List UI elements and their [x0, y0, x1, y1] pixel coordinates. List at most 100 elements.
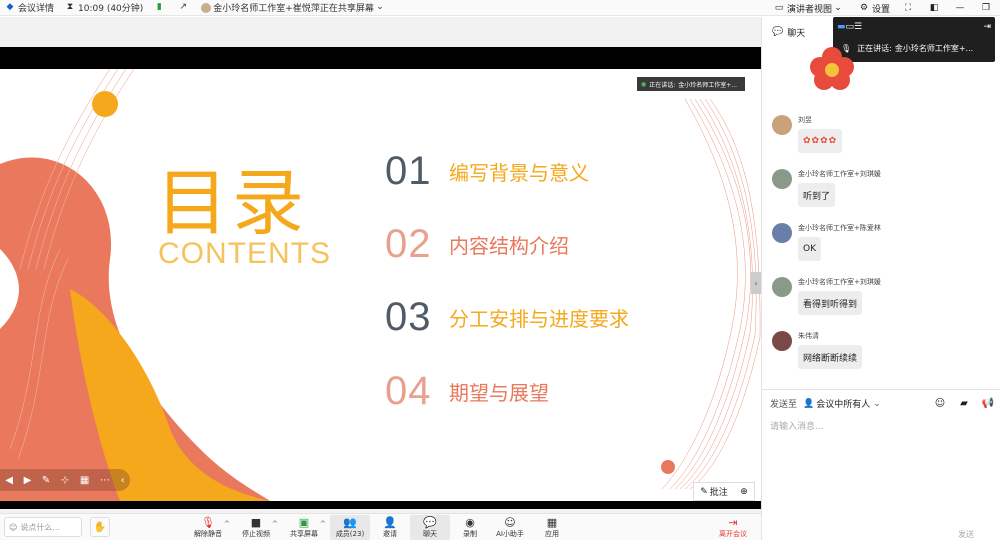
- annotate-label: 批注: [709, 488, 728, 498]
- signal-status[interactable]: ▮: [153, 2, 167, 14]
- minimize-icon: —: [955, 2, 965, 13]
- sender-name: 朱伟清: [798, 332, 819, 340]
- robot-icon: ☺: [504, 515, 516, 529]
- fullscreen-button[interactable]: ⛶: [902, 2, 916, 14]
- prev-slide-icon[interactable]: ◀: [5, 475, 13, 486]
- item-text: 编写背景与意义: [449, 161, 589, 185]
- chevron-up-icon[interactable]: ^: [320, 520, 326, 528]
- restore-icon: ❐: [981, 2, 991, 13]
- collapse-icon[interactable]: ‹: [121, 475, 125, 486]
- window-icon[interactable]: ▭: [846, 22, 855, 32]
- item-number: 01: [385, 149, 432, 193]
- contents-item-3: 03 分工安排与进度要求: [385, 295, 629, 340]
- apps-icon: ▦: [546, 515, 558, 529]
- sender-name: 金小玲名师工作室+刘琪媛: [798, 278, 881, 286]
- raise-hand-button[interactable]: ✋: [90, 517, 110, 537]
- mic-muted-icon: 🎙: [201, 515, 215, 529]
- chevron-down-icon: ⌄: [834, 2, 842, 13]
- unmute-button[interactable]: 🎙 解除静音: [188, 515, 228, 540]
- shared-screen-stage: 目录 CONTENTS 01 编写背景与意义 02 内容结构介绍 03 分工安排…: [0, 17, 761, 513]
- share-screen-label: 共享屏幕: [290, 529, 318, 538]
- megaphone-icon[interactable]: 📢: [980, 396, 996, 410]
- apps-button[interactable]: ▦ 应用: [532, 515, 572, 540]
- add-user-icon: 👤: [383, 515, 397, 529]
- presenter-view-button[interactable]: ▭ 演讲者视图 ⌄: [773, 2, 846, 15]
- send-button[interactable]: 发送: [958, 529, 974, 540]
- leave-meeting-button[interactable]: ⇥ 离开会议: [712, 515, 754, 540]
- annotation-bar: ✎ 批注 ⊕: [693, 482, 755, 501]
- minimize-button[interactable]: —: [954, 2, 968, 14]
- unmute-label: 解除静音: [194, 529, 222, 538]
- record-icon: ◉: [465, 515, 475, 529]
- grid-icon[interactable]: ▦: [80, 475, 89, 486]
- slide-controls: ◀ ▶ ✎ ⊹ ▦ ⋯ ‹: [0, 469, 130, 491]
- chevron-up-icon[interactable]: ^: [224, 520, 230, 528]
- restore-button[interactable]: ❐: [980, 2, 994, 14]
- screen-share-icon: ▣: [298, 515, 310, 529]
- leave-label: 离开会议: [719, 530, 747, 538]
- pointer-icon[interactable]: ⊹: [61, 475, 69, 486]
- popup-controls: ▬ ▭ ☰ ⇥: [837, 20, 991, 34]
- hand-icon: ✋: [93, 521, 107, 533]
- chat-message-input[interactable]: 请输入消息...: [770, 419, 824, 432]
- emoji-icon[interactable]: ☺: [932, 396, 948, 410]
- annotate-button[interactable]: ✎ 批注: [700, 485, 728, 499]
- letterbox-bottom: [0, 501, 761, 509]
- chat-label: 聊天: [423, 529, 437, 538]
- logo-icon: ◆: [6, 2, 14, 12]
- record-button[interactable]: ◉ 录制: [450, 515, 490, 540]
- panel-collapse-handle[interactable]: ‹: [751, 272, 761, 294]
- sender-name: 金小玲名师工作室+陈爱林: [798, 224, 881, 232]
- ai-assistant-label: AI小助手: [496, 529, 524, 538]
- slide-decoration: [0, 69, 761, 501]
- layout-button[interactable]: ◧: [928, 2, 942, 14]
- sender-name: 金小玲名师工作室+刘琪媛: [798, 170, 881, 178]
- message-text: 看得到听得到: [798, 291, 863, 315]
- list-icon[interactable]: ☰: [854, 22, 862, 32]
- zoom-in-icon[interactable]: ⊕: [740, 487, 748, 497]
- popup-speaking: 🎙 正在讲话: 金小玲名师工作室+...: [841, 43, 973, 54]
- members-button[interactable]: 👥 成员(23): [330, 515, 370, 540]
- chat-icon: 💬: [423, 515, 437, 529]
- minimize-icon[interactable]: ▬: [837, 22, 846, 32]
- popup-name: 金小玲名师工作室+...: [894, 44, 974, 53]
- chevron-down-icon: ⌄: [873, 398, 881, 409]
- chat-title: 聊天: [787, 28, 806, 39]
- expand-icon[interactable]: ⇥: [983, 22, 991, 32]
- ai-assistant-button[interactable]: ☺ AI小助手: [490, 515, 530, 540]
- stop-video-button[interactable]: ■ 停止视频: [236, 515, 276, 540]
- item-text: 期望与展望: [449, 381, 549, 405]
- more-icon[interactable]: ⋯: [100, 475, 110, 486]
- item-number: 04: [385, 369, 432, 413]
- members-icon: 👥: [343, 515, 357, 529]
- person-icon: 👤: [803, 398, 815, 409]
- settings-button[interactable]: ⚙ 设置: [858, 2, 890, 15]
- share-link-button[interactable]: ↗: [177, 2, 191, 14]
- sharing-status[interactable]: 金小玲名师工作室+崔悦萍正在共享屏幕 ⌄: [201, 1, 388, 14]
- next-slide-icon[interactable]: ▶: [24, 475, 32, 486]
- contents-item-4: 04 期望与展望: [385, 369, 549, 414]
- avatar: [201, 2, 212, 13]
- members-label: 成员(23): [335, 529, 365, 538]
- message-text: 听到了: [798, 183, 836, 207]
- share-screen-button[interactable]: ▣ 共享屏幕: [284, 515, 324, 540]
- avatar: [772, 277, 792, 297]
- meeting-info-label: 会议详情: [18, 4, 55, 14]
- say-something-input[interactable]: ☺ 说点什么...: [4, 517, 82, 537]
- slide-subtitle: CONTENTS: [158, 237, 331, 270]
- invite-button[interactable]: 👤 邀请: [370, 515, 410, 540]
- chat-button[interactable]: 💬 聊天: [410, 515, 450, 540]
- record-label: 录制: [463, 529, 477, 538]
- folder-icon[interactable]: ▰: [956, 396, 972, 410]
- meeting-info-button[interactable]: ◆ 会议详情: [4, 1, 55, 15]
- exit-icon: ⇥: [728, 516, 738, 529]
- invite-label: 邀请: [383, 529, 397, 538]
- send-to-target: 会议中所有人: [816, 400, 871, 410]
- contents-item-1: 01 编写背景与意义: [385, 149, 589, 194]
- avatar: [772, 331, 792, 351]
- speaking-label: 正在讲话:: [649, 81, 676, 89]
- chevron-up-icon[interactable]: ^: [272, 520, 278, 528]
- item-number: 03: [385, 295, 432, 339]
- chevron-down-icon: ⌄: [376, 2, 384, 12]
- pen-icon[interactable]: ✎: [42, 475, 50, 486]
